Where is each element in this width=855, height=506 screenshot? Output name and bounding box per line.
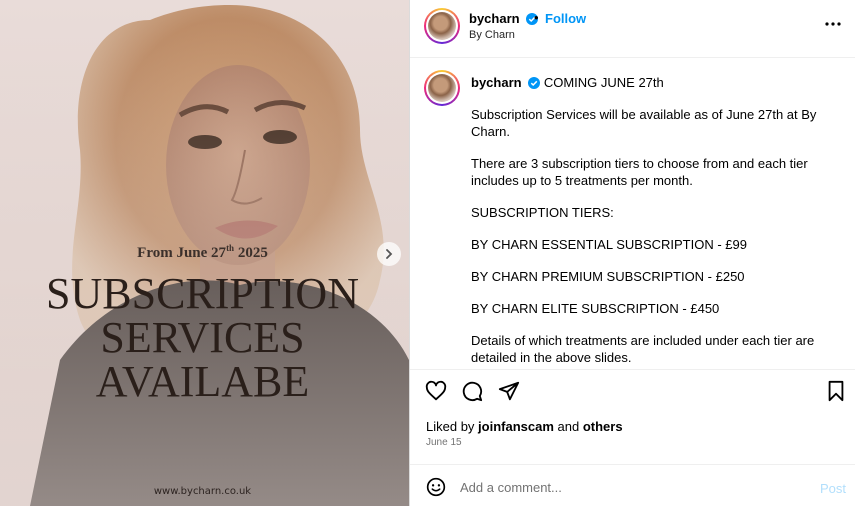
chevron-right-icon <box>386 249 393 259</box>
comment-bar: Post <box>410 464 855 506</box>
header-subtitle[interactable]: By Charn <box>469 29 515 41</box>
follow-button[interactable]: Follow <box>545 11 586 26</box>
header-username[interactable]: bycharn <box>469 11 539 26</box>
avatar-image <box>428 12 456 40</box>
action-bar <box>410 380 855 408</box>
promo-date: From June 27th 2025 <box>0 243 407 262</box>
likes-summary: Liked by joinfanscam and others <box>426 419 623 434</box>
verified-badge-icon <box>528 77 541 89</box>
next-slide-button[interactable] <box>377 242 401 266</box>
liked-others[interactable]: others <box>583 419 623 434</box>
header-username-text[interactable]: bycharn <box>469 11 520 26</box>
bookmark-icon[interactable] <box>826 380 846 402</box>
caption-avatar-image <box>428 74 456 102</box>
caption-paragraph: BY CHARN PREMIUM SUBSCRIPTION - £250 <box>471 269 745 284</box>
caption-paragraph: BY CHARN ELITE SUBSCRIPTION - £450 <box>471 301 720 316</box>
comment-icon[interactable] <box>461 380 483 402</box>
post-date[interactable]: June 15 <box>426 437 462 448</box>
post-header: bycharn • Follow By Charn <box>410 0 855 58</box>
more-options-icon[interactable] <box>825 22 841 26</box>
promo-date-sup: th <box>226 243 235 253</box>
promo-headline: SUBSCRIPTION SERVICES AVAILABE <box>0 272 407 404</box>
caption-paragraph: Details of which treatments are included… <box>471 333 815 365</box>
caption-body: bycharn COMING JUNE 27th Subscription Se… <box>471 74 821 369</box>
promo-headline-line-3: AVAILABE <box>95 357 310 406</box>
share-icon[interactable] <box>498 380 520 402</box>
post-comment-button[interactable]: Post <box>820 481 846 496</box>
comment-input[interactable] <box>460 477 800 497</box>
caption-headline: bycharn COMING JUNE 27th <box>471 74 821 91</box>
emoji-icon[interactable] <box>426 477 446 497</box>
caption-scroll-area[interactable]: bycharn COMING JUNE 27th Subscription Se… <box>410 58 855 370</box>
promo-website: www.bycharn.co.uk <box>153 486 252 497</box>
caption-paragraph: BY CHARN ESSENTIAL SUBSCRIPTION - £99 <box>471 237 747 252</box>
caption-headline-text: COMING JUNE 27th <box>543 75 664 90</box>
caption-paragraph: Subscription Services will be available … <box>471 107 817 139</box>
caption-paragraph: SUBSCRIPTION TIERS: <box>471 205 614 220</box>
promo-date-year: 2025 <box>237 245 268 261</box>
caption-paragraph: There are 3 subscription tiers to choose… <box>471 156 808 188</box>
promo-headline-line-2: SERVICES <box>100 313 305 362</box>
post-media[interactable]: From June 27th 2025 SUBSCRIPTION SERVICE… <box>0 0 409 506</box>
likes-prefix: Liked by <box>426 419 479 434</box>
caption-username[interactable]: bycharn <box>471 75 522 90</box>
heart-icon[interactable] <box>425 380 447 402</box>
avatar[interactable] <box>424 8 460 44</box>
separator-dot: • <box>534 10 539 25</box>
liked-user[interactable]: joinfanscam <box>478 419 554 434</box>
caption-avatar[interactable] <box>424 70 460 106</box>
promo-date-prefix: From June 27 <box>137 245 227 261</box>
promo-headline-line-1: SUBSCRIPTION <box>46 269 359 318</box>
post-side-panel: bycharn • Follow By Charn bycharn COMING… <box>409 0 855 506</box>
likes-mid: and <box>553 419 583 434</box>
